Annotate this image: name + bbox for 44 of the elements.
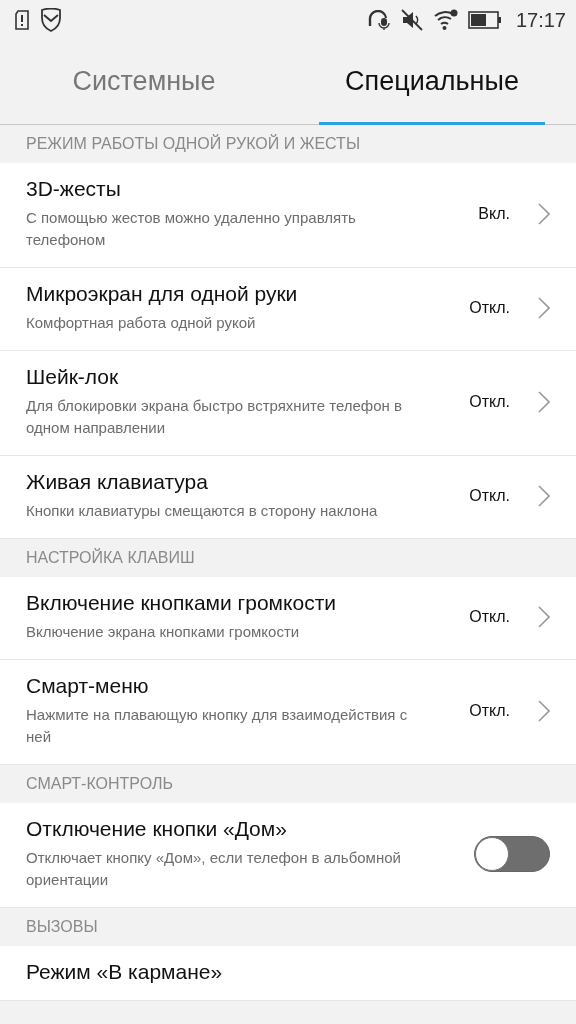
chevron-icon bbox=[538, 606, 550, 628]
setting-value: Откл. bbox=[469, 299, 510, 317]
status-time: 17:17 bbox=[515, 8, 566, 32]
chevron-icon bbox=[538, 203, 550, 225]
settings-row[interactable]: Шейк-лок Для блокировки экрана быстро встряхните телефон в одном направлении Откл. bbox=[0, 351, 576, 456]
setting-description: С помощью жестов можно удаленно управлять телефоном bbox=[26, 208, 357, 250]
settings-row[interactable]: Микроэкран для одной руки Комфортная работа одной рукой Откл. bbox=[0, 268, 576, 351]
setting-title: 3D-жесты bbox=[26, 177, 122, 201]
setting-title: Включение кнопками громкости bbox=[26, 591, 337, 615]
setting-description: Отключает кнопку «Дом», если телефон в альбомной ориентации bbox=[26, 848, 402, 890]
setting-title: Живая клавиатура bbox=[26, 470, 209, 494]
tab[interactable]: Системные bbox=[46, 40, 242, 125]
toggle-switch[interactable] bbox=[474, 836, 550, 872]
headset-icon bbox=[367, 10, 390, 30]
setting-description: Нажмите на плавающую кнопку для взаимодействия с ней bbox=[26, 705, 409, 747]
settings-row[interactable]: 3D-жесты С помощью жестов можно удаленно управлять телефоном Вкл. bbox=[0, 163, 576, 268]
settings-row[interactable]: Режим «В кармане» bbox=[0, 946, 576, 1001]
setting-title: Шейк-лок bbox=[26, 365, 120, 389]
shield-icon bbox=[40, 8, 62, 32]
setting-description: Комфортная работа одной рукой bbox=[26, 313, 257, 333]
settings-row[interactable]: Смарт-меню Нажмите на плавающую кнопку для взаимодействия с ней Откл. bbox=[0, 660, 576, 765]
setting-value: Откл. bbox=[469, 487, 510, 505]
setting-description: Для блокировки экрана быстро встряхните телефон в одном направлении bbox=[26, 396, 403, 438]
setting-value: Вкл. bbox=[478, 205, 510, 223]
setting-value: Откл. bbox=[469, 393, 510, 411]
setting-title: Смарт-меню bbox=[26, 674, 150, 698]
setting-title: Отключение кнопки «Дом» bbox=[26, 817, 288, 841]
setting-description: Кнопки клавиатуры смещаются в сторону наклона bbox=[26, 501, 379, 521]
setting-title: Режим «В кармане» bbox=[26, 960, 224, 984]
chevron-icon bbox=[538, 391, 550, 413]
setting-value: Откл. bbox=[469, 702, 510, 720]
mute-icon bbox=[399, 8, 424, 32]
settings-row[interactable]: Отключение кнопки «Дом» Отключает кнопку «Дом», если телефон в альбомной ориентации bbox=[0, 803, 576, 908]
settings-row[interactable]: Включение кнопками громкости Включение экрана кнопками громкости Откл. bbox=[0, 577, 576, 660]
sim-alert-icon bbox=[14, 10, 30, 30]
chevron-icon bbox=[538, 700, 550, 722]
settings-row[interactable]: Живая клавиатура Кнопки клавиатуры смещаются в сторону наклона Откл. bbox=[0, 456, 576, 539]
setting-title: Микроэкран для одной руки bbox=[26, 282, 299, 306]
setting-description: Включение экрана кнопками громкости bbox=[26, 622, 301, 642]
setting-value: Откл. bbox=[469, 608, 510, 626]
chevron-icon bbox=[538, 297, 550, 319]
battery-icon bbox=[467, 11, 502, 29]
chevron-icon bbox=[538, 485, 550, 507]
wifi-icon bbox=[433, 9, 458, 31]
